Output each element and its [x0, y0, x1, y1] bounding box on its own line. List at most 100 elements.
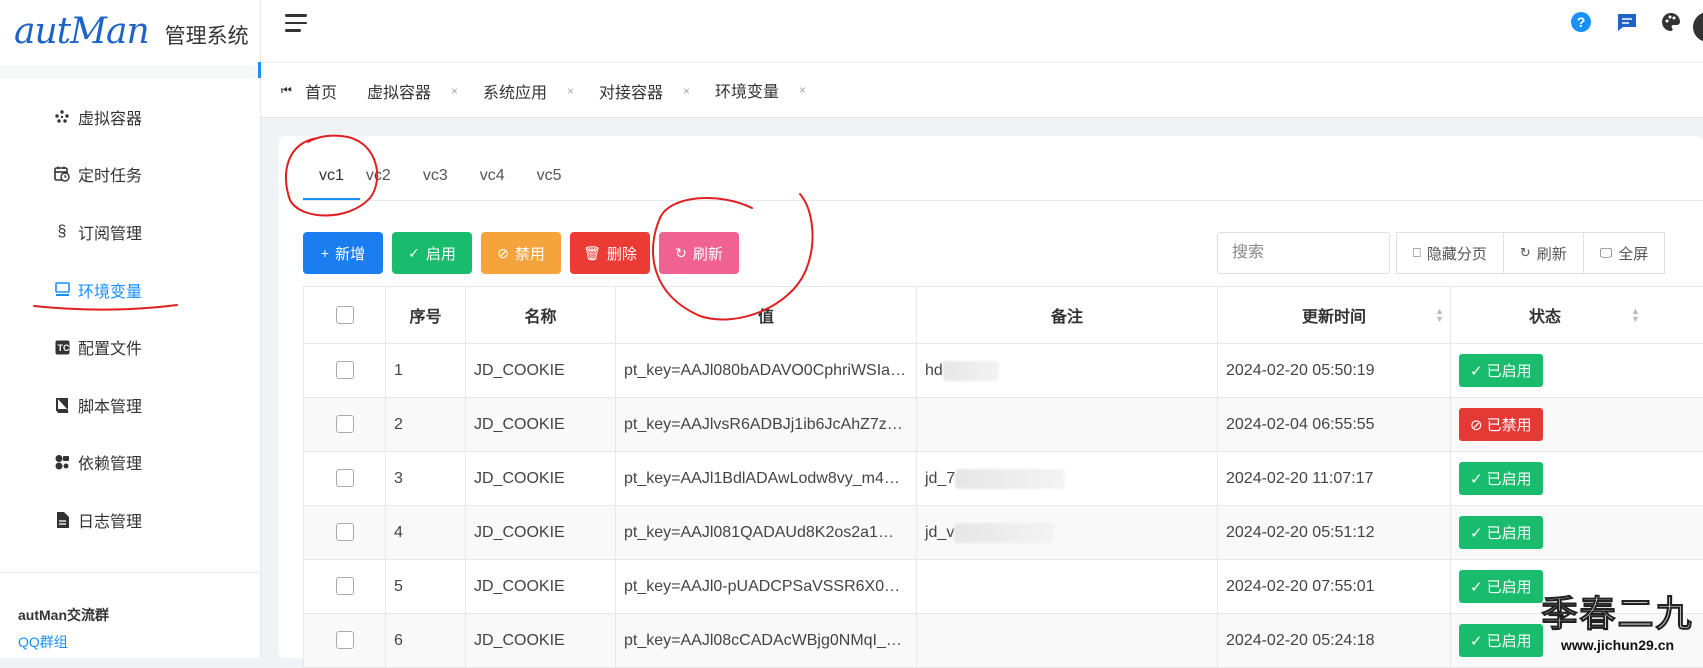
sidebar-item-label: 配置文件 — [78, 335, 142, 359]
first-page-icon[interactable]: ⏮ — [281, 83, 292, 98]
row-checkbox[interactable] — [336, 523, 354, 541]
qq-group-link[interactable]: QQ群组 — [18, 632, 68, 652]
column-header-status[interactable]: 状态▲▼ — [1451, 287, 1703, 344]
table-header-row: 序号 名称 值 备注 更新时间▲▼ 状态▲▼ — [304, 287, 1703, 344]
sidebar-item-dependencies[interactable]: 依赖管理 — [0, 434, 260, 492]
row-checkbox[interactable] — [336, 415, 354, 433]
hide-paging-button[interactable]: ⎕隐藏分页 — [1396, 232, 1504, 274]
trash-icon: 🗑︎ — [583, 245, 601, 262]
sidebar-item-scheduled-tasks[interactable]: 定时任务 — [0, 146, 260, 204]
row-checkbox[interactable] — [336, 361, 354, 379]
check-icon: ✓ — [1470, 524, 1483, 542]
row-checkbox[interactable] — [336, 631, 354, 649]
disable-button[interactable]: ⊘禁用 — [481, 232, 561, 274]
close-icon[interactable]: × — [451, 84, 458, 98]
sidebar-item-subscriptions[interactable]: § 订阅管理 — [0, 203, 260, 261]
sidebar-item-logs[interactable]: 日志管理 — [0, 491, 260, 549]
table-row[interactable]: 6 JD_COOKIE pt_key=AAJl08cCADAcWBjg0NMqI… — [304, 614, 1703, 668]
status-badge[interactable]: ⊘已禁用 — [1459, 408, 1543, 441]
table-row[interactable]: 3 JD_COOKIE pt_key=AAJl1BdlADAwLodw8vy_m… — [304, 452, 1703, 506]
delete-button[interactable]: 🗑︎ 删除 — [570, 232, 650, 274]
sort-icon[interactable]: ▲▼ — [1631, 307, 1640, 323]
delete-button-label: 删除 — [607, 243, 637, 264]
disable-button-label: 禁用 — [515, 243, 545, 264]
env-table: 序号 名称 值 备注 更新时间▲▼ 状态▲▼ 1 JD_COOKIE pt_ke… — [303, 286, 1703, 668]
watermark: 季春二九 www.jichun29.cn — [1532, 585, 1703, 658]
sidebar-item-scripts[interactable]: 脚本管理 — [0, 376, 260, 434]
cell-note: hd — [917, 344, 1218, 398]
column-header-name[interactable]: 名称 — [466, 287, 616, 344]
note-text: hd — [925, 362, 943, 379]
status-badge[interactable]: ✓已启用 — [1459, 624, 1543, 657]
column-header-no[interactable]: 序号 — [386, 287, 466, 344]
refresh-button[interactable]: ↻刷新 — [659, 232, 739, 274]
page-tab-bar: ⏮ 首页 虚拟容器 × 系统应用 × 对接容器 × 环境变量 × — [261, 62, 1703, 118]
tab-divider — [303, 200, 1703, 201]
add-button-label: 新增 — [335, 243, 365, 264]
redacted-blur — [943, 361, 999, 381]
table-row[interactable]: 1 JD_COOKIE pt_key=AAJl080bADAVO0CphriWS… — [304, 344, 1703, 398]
dots-grid-icon — [54, 109, 70, 125]
table-row[interactable]: 5 JD_COOKIE pt_key=AAJl0-pUADCPSaVSSR6X0… — [304, 560, 1703, 614]
calendar-clock-icon — [54, 166, 70, 182]
section-icon: § — [54, 224, 70, 240]
sidebar-item-label: 定时任务 — [78, 162, 142, 186]
sidebar-menu: 虚拟容器 定时任务 § 订阅管理 环境变量 TC 配置文件 — [0, 88, 260, 549]
note-text: jd_7 — [925, 470, 955, 487]
tab-vc4[interactable]: vc4 — [464, 158, 521, 200]
cell-no: 3 — [386, 452, 466, 506]
add-button[interactable]: +新增 — [303, 232, 383, 274]
chat-icon[interactable] — [1615, 10, 1639, 34]
sidebar-item-config-files[interactable]: TC 配置文件 — [0, 318, 260, 376]
tab-env-vars[interactable]: 环境变量 × — [715, 63, 806, 119]
pagination-icon: ⎕ — [1413, 245, 1421, 261]
column-header-note[interactable]: 备注 — [917, 287, 1218, 344]
row-checkbox[interactable] — [336, 469, 354, 487]
help-icon[interactable]: ? — [1569, 10, 1593, 34]
tab-vc1[interactable]: vc1 — [303, 158, 360, 200]
status-badge[interactable]: ✓已启用 — [1459, 516, 1543, 549]
svg-text:?: ? — [1577, 14, 1586, 30]
tab-vc5[interactable]: vc5 — [521, 158, 578, 200]
cell-status: ✓已启用 — [1451, 344, 1703, 398]
sidebar-item-virtual-container[interactable]: 虚拟容器 — [0, 88, 260, 146]
close-icon[interactable]: × — [799, 83, 806, 97]
row-checkbox[interactable] — [336, 577, 354, 595]
tab-docking-container[interactable]: 对接容器 × — [599, 63, 690, 119]
menu-toggle-icon[interactable] — [285, 14, 307, 34]
fullscreen-button[interactable]: 🖵全屏 — [1583, 232, 1666, 274]
sidebar-item-label: 日志管理 — [78, 508, 142, 532]
tab-home[interactable]: 首页 — [305, 63, 337, 119]
select-all-checkbox[interactable] — [336, 306, 354, 324]
row-select-cell — [304, 506, 386, 560]
check-icon: ✓ — [1470, 632, 1483, 650]
column-header-time[interactable]: 更新时间▲▼ — [1218, 287, 1451, 344]
cell-time: 2024-02-20 05:24:18 — [1218, 614, 1451, 668]
search-input[interactable] — [1217, 232, 1390, 274]
table-row[interactable]: 2 JD_COOKIE pt_key=AAJlvsR6ADBJj1ib6JcAh… — [304, 398, 1703, 452]
cell-name: JD_COOKIE — [466, 560, 616, 614]
cell-no: 6 — [386, 614, 466, 668]
redacted-blur — [955, 469, 1065, 489]
column-header-value[interactable]: 值 — [616, 287, 917, 344]
status-badge[interactable]: ✓已启用 — [1459, 354, 1543, 387]
cell-value: pt_key=AAJl080bADAVO0CphriWSIaYc... — [616, 344, 917, 398]
status-badge[interactable]: ✓已启用 — [1459, 570, 1543, 603]
cell-value: pt_key=AAJl08cCADAcWBjg0NMqI_U5... — [616, 614, 917, 668]
tab-vc2[interactable]: vc2 — [360, 158, 407, 200]
cell-value: pt_key=AAJlvsR6ADBJj1ib6JcAhZ7zU-k... — [616, 398, 917, 452]
table-row[interactable]: 4 JD_COOKIE pt_key=AAJl081QADAUd8K2os2a1… — [304, 506, 1703, 560]
tab-vc3[interactable]: vc3 — [407, 158, 464, 200]
close-icon[interactable]: × — [567, 84, 574, 98]
cell-status: ✓已启用 — [1451, 506, 1703, 560]
table-refresh-button[interactable]: ↻刷新 — [1503, 232, 1584, 274]
status-badge[interactable]: ✓已启用 — [1459, 462, 1543, 495]
sort-icon[interactable]: ▲▼ — [1435, 307, 1444, 323]
enable-button[interactable]: ✓启用 — [392, 232, 472, 274]
palette-icon[interactable] — [1659, 10, 1683, 34]
tab-system-apps[interactable]: 系统应用 × — [483, 63, 574, 119]
close-icon[interactable]: × — [683, 84, 690, 98]
tab-label: 对接容器 — [599, 79, 663, 103]
cell-note: jd_v — [917, 506, 1218, 560]
tab-virtual-container[interactable]: 虚拟容器 × — [367, 63, 458, 119]
